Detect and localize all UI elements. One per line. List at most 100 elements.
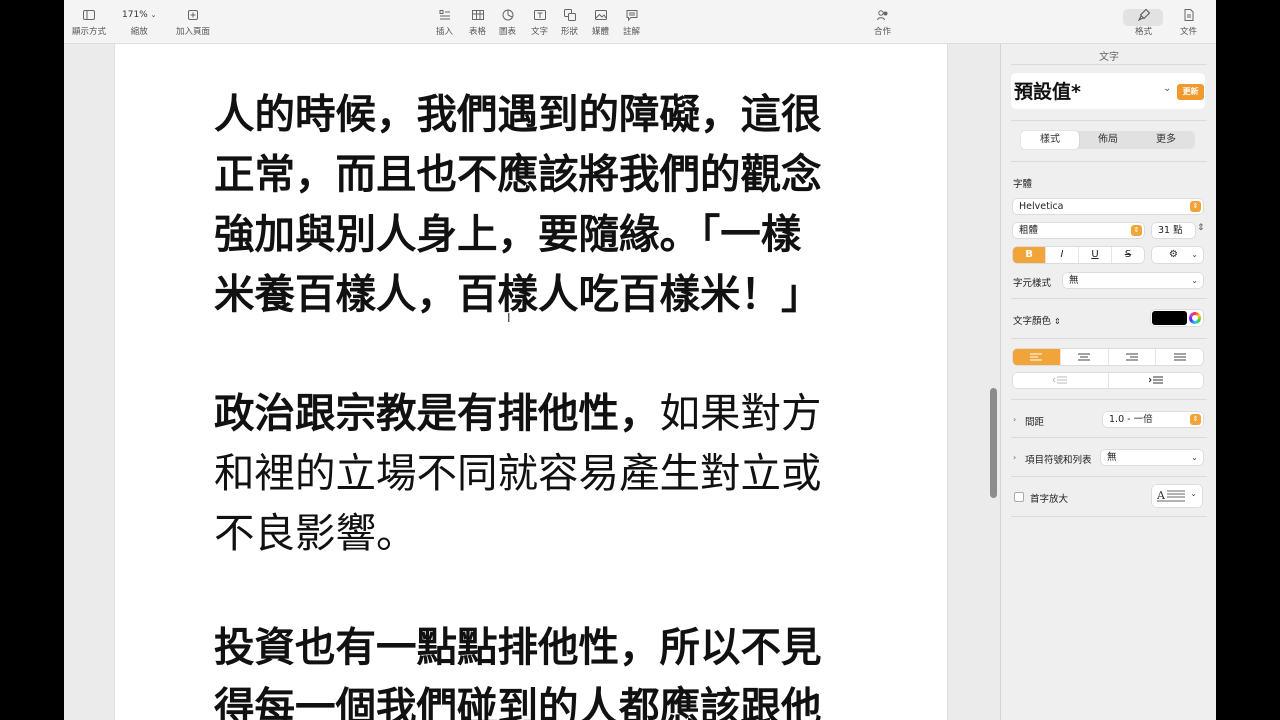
chevron-down-icon: ⌄ <box>1190 489 1197 498</box>
sidebar-icon <box>82 8 96 22</box>
document-button[interactable]: 文件 <box>1180 8 1197 37</box>
collaborate-label: 合作 <box>874 27 892 37</box>
format-button[interactable]: 格式 <box>1135 8 1152 37</box>
tab-more[interactable]: 更多 <box>1137 131 1195 149</box>
font-weight-value: 粗體 <box>1019 225 1039 236</box>
increase-indent-button[interactable] <box>1107 373 1204 388</box>
text-line: 不良影響。 <box>214 509 417 557</box>
collaborate-button[interactable]: 合作 <box>874 8 891 37</box>
divider <box>1011 120 1207 121</box>
table-button[interactable]: 表格 <box>469 8 486 37</box>
font-weight-select[interactable]: 粗體 ⇕ <box>1013 223 1144 238</box>
spacing-value: 1.0 - 一倍 <box>1109 414 1153 425</box>
insert-button[interactable]: 插入 <box>436 8 453 37</box>
document-label: 文件 <box>1180 27 1198 37</box>
font-family-select[interactable]: Helvetica ⇕ <box>1013 199 1203 214</box>
divider <box>1011 437 1207 438</box>
update-style-button[interactable]: 更新 <box>1177 84 1204 100</box>
strikethrough-button[interactable]: S <box>1111 247 1144 263</box>
paragraph-3[interactable]: 投資也有一點點排他性，所以不見 得每一個我們碰到的人都應該跟他 <box>214 617 822 720</box>
chevron-down-icon: ⌄ <box>1191 453 1198 462</box>
updown-icon: ⇕ <box>1190 201 1201 212</box>
spacing-select[interactable]: 1.0 - 一倍 ⇕ <box>1103 412 1203 427</box>
sidebar-title: 文字 <box>1099 52 1119 63</box>
bullets-select[interactable]: 無 ⌄ <box>1101 450 1203 465</box>
updown-icon: ⇕ <box>1131 225 1142 236</box>
tab-layout[interactable]: 佈局 <box>1079 131 1137 149</box>
text-options-button[interactable]: ⚙ ⌄ <box>1152 247 1203 263</box>
color-wheel-icon[interactable] <box>1189 312 1201 324</box>
dropcap-checkbox[interactable] <box>1014 492 1024 502</box>
italic-button[interactable]: I <box>1045 247 1078 263</box>
align-left-button[interactable] <box>1013 349 1060 365</box>
add-page-button[interactable]: 加入頁面 <box>176 8 210 37</box>
updown-icon: ⇕ <box>1054 317 1061 326</box>
toolbar: 顯示方式 171% ⌄ 縮放 加入頁面 插入 表格 圖表 文字 形狀 媒體 註解… <box>64 0 1216 44</box>
zoom-control[interactable]: 171% ⌄ 縮放 <box>122 8 156 37</box>
comment-label: 註解 <box>623 27 641 37</box>
format-label: 格式 <box>1135 27 1153 37</box>
shape-button[interactable]: 形狀 <box>561 8 578 37</box>
comment-button[interactable]: 註解 <box>623 8 640 37</box>
align-right-icon <box>1125 353 1138 360</box>
indent-buttons <box>1013 373 1203 388</box>
text-line: 正常，而且也不應該將我們的觀念 <box>214 150 822 198</box>
document-icon <box>1182 8 1196 22</box>
paintbrush-icon <box>1137 8 1151 22</box>
view-button[interactable]: 顯示方式 <box>72 8 106 37</box>
document-canvas[interactable]: 人的時候，我們遇到的障礙，這很 正常，而且也不應該將我們的觀念 強加與別人身上，… <box>64 44 1000 720</box>
align-left-icon <box>1030 353 1043 360</box>
table-icon <box>471 8 485 22</box>
chevron-down-icon: ⌄ <box>1163 83 1172 94</box>
decrease-indent-button[interactable] <box>1013 373 1108 388</box>
table-label: 表格 <box>469 27 487 37</box>
dropcap-style-button[interactable]: A ⌄ <box>1152 485 1202 507</box>
svg-text:A: A <box>1157 489 1166 502</box>
char-style-select[interactable]: 無 ⌄ <box>1063 273 1203 288</box>
pages-window: 顯示方式 171% ⌄ 縮放 加入頁面 插入 表格 圖表 文字 形狀 媒體 註解… <box>64 0 1216 720</box>
divider <box>1011 399 1207 400</box>
updown-icon: ⇕ <box>1190 414 1201 425</box>
text-color-label[interactable]: 文字顏色 ⇕ <box>1013 313 1061 327</box>
text-label: 文字 <box>531 27 549 37</box>
chevron-right-icon[interactable]: › <box>1013 415 1016 424</box>
add-page-label: 加入頁面 <box>176 27 211 37</box>
collaborate-icon <box>876 8 890 22</box>
char-style-value: 無 <box>1069 275 1079 286</box>
font-family-value: Helvetica <box>1019 201 1064 212</box>
chevron-down-icon: ⌄ <box>1191 276 1198 285</box>
bullets-value: 無 <box>1107 452 1117 463</box>
spacing-label[interactable]: 間距 <box>1025 414 1044 428</box>
justify-icon <box>1173 353 1186 360</box>
paragraph-1[interactable]: 人的時候，我們遇到的障礙，這很 正常，而且也不應該將我們的觀念 強加與別人身上，… <box>214 84 822 324</box>
bold-button[interactable]: B <box>1013 247 1045 263</box>
zoom-label: 縮放 <box>130 27 148 37</box>
text-line: 米養百樣人，百樣人吃百樣米！」 <box>214 270 822 318</box>
media-button[interactable]: 媒體 <box>592 8 609 37</box>
text-color-well[interactable] <box>1151 310 1203 326</box>
font-size-stepper-icon[interactable]: ⇕ <box>1197 223 1205 233</box>
document-page[interactable]: 人的時候，我們遇到的障礙，這很 正常，而且也不應該將我們的觀念 強加與別人身上，… <box>114 44 948 720</box>
alignment-buttons <box>1013 349 1203 365</box>
vertical-scrollbar[interactable] <box>990 388 997 498</box>
char-style-label: 字元樣式 <box>1013 278 1052 289</box>
font-size-field[interactable]: 31 點 <box>1152 223 1195 238</box>
align-center-button[interactable] <box>1059 349 1108 365</box>
chevron-right-icon[interactable]: › <box>1013 453 1016 462</box>
paragraph-style-selector[interactable]: 預設值* ⌄ <box>1011 73 1205 109</box>
tab-style[interactable]: 樣式 <box>1021 131 1079 149</box>
chart-button[interactable]: 圖表 <box>499 8 516 37</box>
divider <box>1011 64 1207 65</box>
underline-button[interactable]: U <box>1078 247 1111 263</box>
text-button[interactable]: 文字 <box>531 8 548 37</box>
text-bold-run: 政治跟宗教是有排他性， <box>214 389 660 437</box>
text-line: 和裡的立場不同就容易產生對立或 <box>214 449 822 497</box>
bullets-label[interactable]: 項目符號和列表 <box>1025 452 1092 466</box>
align-right-button[interactable] <box>1107 349 1156 365</box>
chart-icon <box>501 8 515 22</box>
paragraph-style-name: 預設值* <box>1014 81 1081 103</box>
divider <box>1011 298 1207 299</box>
justify-button[interactable] <box>1155 349 1203 365</box>
paragraph-2[interactable]: 政治跟宗教是有排他性，如果對方 和裡的立場不同就容易產生對立或 不良影響。 <box>214 383 822 563</box>
text-line: 人的時候，我們遇到的障礙，這很 <box>214 90 822 138</box>
